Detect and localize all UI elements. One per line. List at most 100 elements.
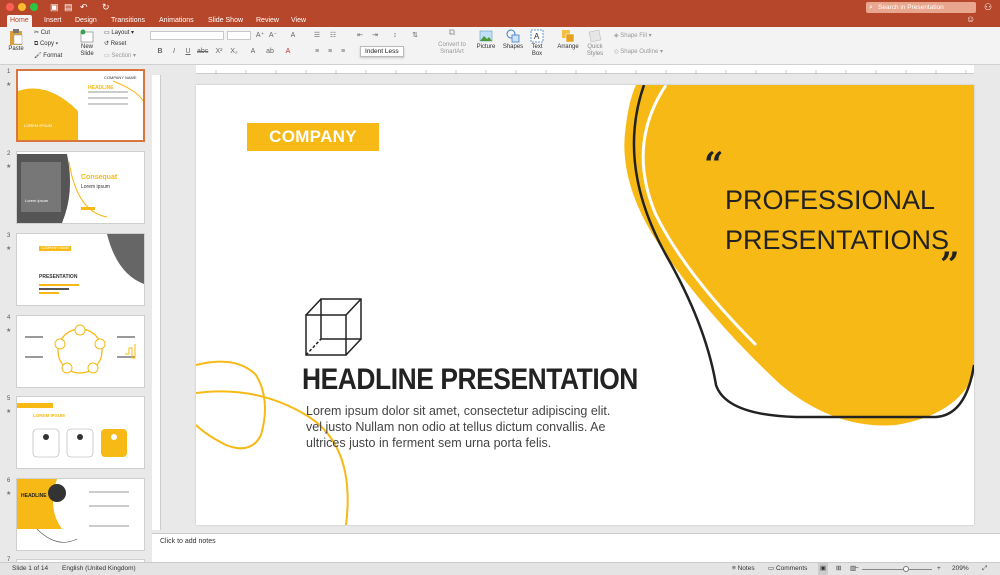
notes-pane[interactable]: Click to add notes <box>152 533 1000 562</box>
smartart-icon: ⧉ <box>448 27 456 37</box>
redo-icon[interactable]: ↻ <box>102 2 110 12</box>
star-icon: ★ <box>6 491 12 497</box>
text-effects-icon[interactable]: A <box>248 47 258 56</box>
slide-thumbnail-1[interactable]: COMPANY NAME HEADLINE LOREM IPSUM <box>16 69 145 142</box>
decrease-font-icon[interactable]: A⁻ <box>268 31 278 40</box>
zoom-slider-knob[interactable] <box>903 566 910 572</box>
strikethrough-icon[interactable]: abc <box>197 47 208 56</box>
zoom-window-button[interactable] <box>30 3 38 11</box>
slide-thumbnail-2[interactable]: Consequat Lorem ipsum Lorem ipsum <box>16 151 145 224</box>
zoom-slider[interactable] <box>862 569 932 570</box>
shape-outline-button[interactable]: ◇ Shape Outline ▾ <box>614 48 663 56</box>
picture-button[interactable]: Picture <box>475 29 497 51</box>
slide-thumbnail-pane[interactable]: 1 ★ COMPANY NAME HEADLINE LOREM IPSUM 2 … <box>0 65 152 569</box>
status-bar: Slide 1 of 14 English (United Kingdom) ≡… <box>0 562 1000 575</box>
slide-thumbnail-4[interactable] <box>16 315 145 388</box>
bullets-icon[interactable]: ☰ <box>312 31 322 40</box>
font-name-select[interactable] <box>150 31 224 40</box>
tab-slide-show[interactable]: Slide Show <box>205 15 246 27</box>
indent-less-tooltip: Indent Less <box>360 46 404 57</box>
thumb-5-title: LOREM IPSUM <box>33 413 65 418</box>
align-right-icon[interactable]: ≡ <box>338 47 348 56</box>
shapes-button[interactable]: Shapes <box>502 29 524 51</box>
copy-button[interactable]: ⧉ Copy ▾ <box>34 40 58 48</box>
undo-icon[interactable]: ↶ <box>80 2 88 12</box>
zoom-in-icon[interactable]: + <box>937 563 941 575</box>
thumb-1-art <box>18 80 143 140</box>
layout-button[interactable]: ▭ Layout ▾ <box>104 29 134 37</box>
fit-to-window-icon[interactable]: ⤢ <box>982 563 987 575</box>
font-size-select[interactable] <box>227 31 251 40</box>
star-icon: ★ <box>6 246 12 252</box>
slide-sorter-icon[interactable]: ⊞ <box>836 563 841 575</box>
superscript-icon[interactable]: X² <box>214 47 224 56</box>
close-window-button[interactable] <box>6 3 14 11</box>
text-direction-icon[interactable]: ⇅ <box>410 31 420 40</box>
shape-fill-button[interactable]: ◈ Shape Fill ▾ <box>614 32 652 40</box>
bold-icon[interactable]: B <box>155 47 165 56</box>
quick-styles-label-2: Styles <box>586 51 604 57</box>
tab-home[interactable]: Home <box>7 15 32 27</box>
sidebar-toggle-icon[interactable]: ▣ <box>50 2 59 12</box>
search-input[interactable]: ⌕ Search in Presentation <box>866 2 976 13</box>
tab-animations[interactable]: Animations <box>156 15 197 27</box>
convert-smartart-button[interactable]: ⧉ Convert to SmartArt <box>434 27 470 56</box>
ribbon-tabs: Home Insert Design Transitions Animation… <box>0 14 1000 27</box>
comments-toggle-button[interactable]: ▭ Comments <box>768 563 807 575</box>
language-indicator[interactable]: English (United Kingdom) <box>62 563 136 575</box>
company-badge[interactable]: COMPANY <box>247 123 379 151</box>
slide-thumbnail-3[interactable]: COMPANY NAME PRESENTATION <box>16 233 145 306</box>
clear-format-icon[interactable]: A <box>288 31 298 40</box>
font-color-icon[interactable]: A <box>283 47 293 56</box>
increase-font-icon[interactable]: A⁺ <box>255 31 265 40</box>
tab-view[interactable]: View <box>288 15 309 27</box>
textbox-button[interactable]: A Text Box <box>528 29 546 58</box>
numbering-icon[interactable]: ☷ <box>328 31 338 40</box>
body-textbox[interactable]: Lorem ipsum dolor sit amet, consectetur … <box>306 403 666 451</box>
slide-background-art <box>196 85 974 525</box>
shape-fill-label: Shape Fill <box>620 33 647 39</box>
quick-styles-button[interactable]: Quick Styles <box>584 29 606 58</box>
horizontal-ruler[interactable] <box>196 65 974 74</box>
slide-thumbnail-6[interactable]: HEADLINE <box>16 478 145 551</box>
svg-text:A: A <box>534 32 540 41</box>
headline-title[interactable]: HEADLINE PRESENTATION <box>302 363 638 397</box>
ribbon-home: Paste ✂ Cut ⧉ Copy ▾ 🖌 Format New Slide … <box>0 27 1000 65</box>
notes-toggle-button[interactable]: ≡ Notes <box>732 563 755 575</box>
normal-view-icon[interactable]: ▣ <box>818 563 829 575</box>
arrange-button[interactable]: Arrange <box>556 29 580 51</box>
section-button[interactable]: ▭ Section ▾ <box>104 52 136 60</box>
subscript-icon[interactable]: X₂ <box>229 47 239 56</box>
new-slide-button[interactable]: New Slide <box>77 29 97 58</box>
zoom-out-icon[interactable]: − <box>855 563 859 575</box>
star-icon: ★ <box>6 328 12 334</box>
align-left-icon[interactable]: ≡ <box>312 47 322 56</box>
vertical-ruler[interactable] <box>152 75 161 530</box>
tab-design[interactable]: Design <box>72 15 100 27</box>
underline-icon[interactable]: U <box>183 47 193 56</box>
format-painter-button[interactable]: 🖌 Format <box>34 52 62 60</box>
line-spacing-icon[interactable]: ↕ <box>390 31 400 40</box>
paste-button[interactable]: Paste <box>6 29 26 53</box>
align-center-icon[interactable]: ≡ <box>325 47 335 56</box>
share-icon[interactable]: ⚇ <box>984 2 992 12</box>
zoom-level: 209% <box>952 565 969 572</box>
highlight-icon[interactable]: ab <box>265 47 275 56</box>
smiley-feedback-icon[interactable]: ☺ <box>966 14 975 24</box>
cut-button[interactable]: ✂ Cut <box>34 29 50 37</box>
convert-label-2: SmartArt <box>440 49 464 55</box>
quote-textbox[interactable]: PROFESSIONAL PRESENTATIONS <box>725 180 965 260</box>
tab-insert[interactable]: Insert <box>41 15 65 27</box>
slide-thumbnail-5[interactable]: LOREM IPSUM <box>16 396 145 469</box>
indent-more-icon[interactable]: ⇥ <box>370 31 380 40</box>
save-icon[interactable]: ▤ <box>64 2 73 12</box>
minimize-window-button[interactable] <box>18 3 26 11</box>
indent-less-icon[interactable]: ⇤ <box>355 31 365 40</box>
ruler-ticks <box>215 70 967 74</box>
tab-review[interactable]: Review <box>253 15 282 27</box>
shapes-icon <box>506 29 520 43</box>
slide-canvas[interactable]: COMPANY “ PROFESSIONAL PRESENTATIONS ” H… <box>196 85 974 525</box>
italic-icon[interactable]: I <box>169 47 179 56</box>
reset-button[interactable]: ↺ Reset <box>104 40 126 48</box>
tab-transitions[interactable]: Transitions <box>108 15 148 27</box>
